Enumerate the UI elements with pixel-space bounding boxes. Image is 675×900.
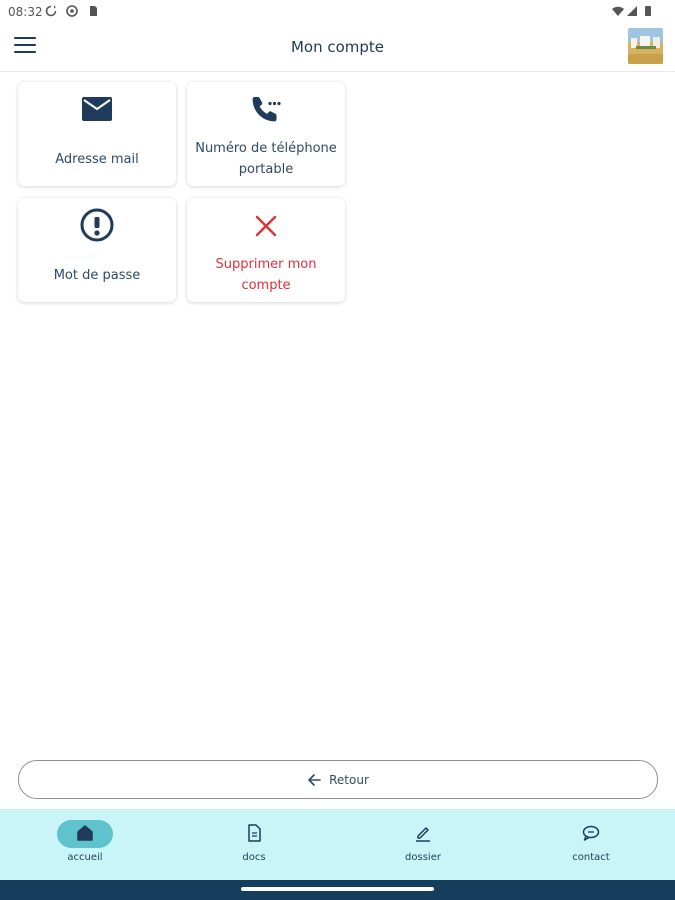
pencil-icon [416, 827, 430, 842]
sd-card-icon [90, 6, 97, 16]
settings-status-icon [66, 5, 78, 17]
phone-card[interactable]: Numéro de téléphone portable [187, 82, 345, 186]
avatar[interactable] [628, 28, 663, 64]
document-icon [248, 824, 261, 842]
battery-icon [645, 6, 651, 16]
wifi-icon [612, 6, 624, 16]
nav-label-contact: contact [572, 852, 610, 863]
app-bar: Mon compte [0, 24, 675, 72]
chat-icon [582, 825, 600, 841]
gesture-handle[interactable] [241, 887, 434, 891]
nav-label-accueil: accueil [67, 852, 103, 863]
phone-icon [252, 97, 281, 122]
nav-label-docs: docs [242, 852, 266, 863]
nav-item-accueil[interactable]: accueil [30, 809, 140, 880]
signal-icon [627, 6, 637, 16]
nav-item-dossier[interactable]: dossier [368, 809, 478, 880]
arrow-left-icon [308, 773, 321, 786]
sync-icon [45, 5, 57, 17]
phone-card-label: Numéro de téléphone portable [195, 141, 337, 177]
status-bar: 08:32 [0, 0, 675, 24]
nav-item-docs[interactable]: docs [199, 809, 309, 880]
delete-account-card[interactable]: Supprimer mon compte [187, 198, 345, 302]
close-icon [255, 215, 277, 237]
info-icon [80, 208, 114, 242]
profile-picture [628, 28, 663, 64]
delete-account-card-label: Supprimer mon compte [215, 257, 317, 293]
nav-label-dossier: dossier [405, 852, 441, 863]
page-title: Mon compte [290, 38, 385, 56]
status-time: 08:32 [8, 5, 43, 19]
home-icon [77, 825, 93, 841]
bottom-navigation: accueil docs dossier contact [0, 809, 675, 880]
nav-item-contact[interactable]: contact [536, 809, 646, 880]
password-card[interactable]: Mot de passe [18, 198, 176, 302]
back-button-label: Retour [329, 772, 369, 787]
password-card-label: Mot de passe [53, 268, 141, 283]
back-button[interactable]: Retour [18, 760, 658, 799]
email-card[interactable]: Adresse mail [18, 82, 176, 186]
system-navigation-bar [0, 880, 675, 900]
mail-icon [82, 97, 112, 121]
email-card-label: Adresse mail [55, 152, 139, 167]
